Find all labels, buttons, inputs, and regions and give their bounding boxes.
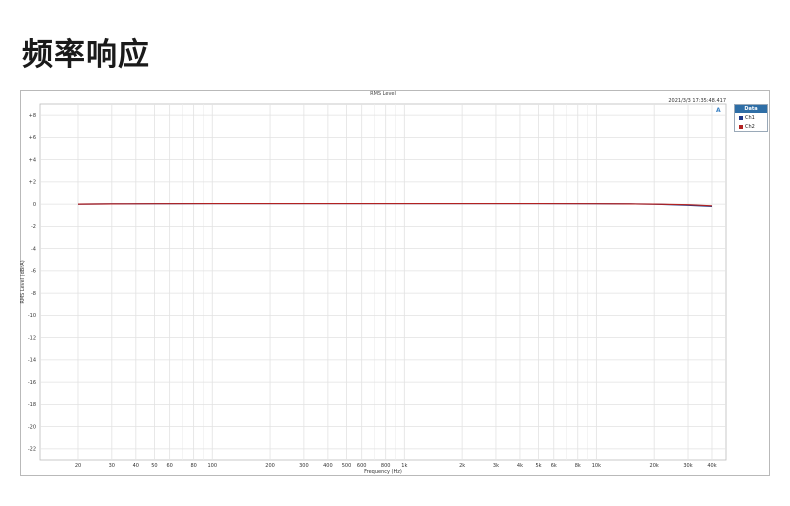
y-tick-label: -18 [28,402,36,408]
x-tick-label: 50 [151,463,157,469]
x-tick-label: 300 [299,463,309,469]
chart-timestamp: 2021/3/3 17:35:48.417 [668,98,726,104]
x-tick-label: 40k [707,463,716,469]
x-tick-label: 5k [536,463,542,469]
x-tick-label: 10k [592,463,601,469]
x-axis-label: Frequency (Hz) [364,469,402,475]
x-tick-label: 30 [109,463,115,469]
x-tick-label: 60 [166,463,172,469]
x-tick-label: 2k [459,463,465,469]
y-tick-label: -14 [28,358,36,364]
chart-title: RMS Level [370,91,396,97]
x-tick-label: 500 [342,463,352,469]
y-tick-label: -6 [31,269,36,275]
x-tick-label: 30k [683,463,692,469]
y-tick-label: -12 [28,335,36,341]
x-tick-label: 20k [650,463,659,469]
y-tick-label: -22 [28,447,36,453]
legend-label: Ch1 [745,114,755,121]
y-tick-label: -20 [28,424,36,430]
legend-item-ch2[interactable]: Ch2 [735,122,767,131]
ap-logo-icon: A [716,107,721,114]
legend-title: Data [735,105,767,113]
x-tick-label: 200 [265,463,275,469]
x-tick-label: 1k [401,463,407,469]
x-tick-label: 6k [551,463,557,469]
y-tick-label: -2 [31,224,36,230]
x-tick-label: 20 [75,463,81,469]
x-tick-label: 40 [133,463,139,469]
legend-item-ch1[interactable]: Ch1 [735,113,767,122]
x-tick-label: 100 [207,463,217,469]
y-tick-label: +6 [29,135,36,141]
legend-swatch [739,115,743,120]
legend-swatch [739,124,743,129]
legend[interactable]: Data Ch1 Ch2 [734,104,768,132]
y-tick-label: +2 [29,180,36,186]
y-tick-label: +4 [29,157,36,163]
y-tick-label: -4 [31,246,36,252]
plot-area [39,103,727,461]
y-tick-label: -8 [31,291,36,297]
y-tick-label: 0 [33,202,36,208]
y-tick-label: -16 [28,380,36,386]
x-tick-label: 4k [517,463,523,469]
x-tick-label: 8k [575,463,581,469]
y-axis-label: RMS Level (dBrA) [20,260,26,303]
y-tick-labels: +8 +6 +4 +2 0 -2 -4 -6 -8 -10 -12 -14 -16 -18 -20 -22 [28,113,36,453]
x-tick-label: 400 [323,463,333,469]
y-tick-label: +8 [29,113,36,119]
y-tick-label: -10 [28,313,36,319]
legend-label: Ch2 [745,123,755,130]
x-tick-label: 3k [493,463,499,469]
x-tick-label: 80 [190,463,196,469]
frequency-response-chart: +8 +6 +4 +2 0 -2 -4 -6 -8 -10 -12 -14 -16 -18 -20 -22 2… [20,91,727,475]
